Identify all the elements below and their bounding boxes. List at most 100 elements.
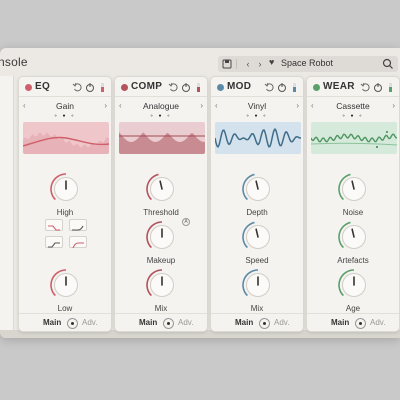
undo-icon[interactable] — [72, 81, 82, 93]
speed-knob[interactable] — [241, 220, 275, 254]
knob-label: Artefacts — [337, 256, 369, 265]
variant-name[interactable]: Vinyl — [211, 101, 303, 111]
knob-group-high: High — [19, 172, 111, 218]
variant-name[interactable]: Analogue — [115, 101, 207, 111]
knob-group-speed: Speed — [211, 220, 303, 266]
mode-toggle[interactable] — [259, 318, 270, 329]
module-footer: Main Adv. — [115, 313, 207, 331]
depth-knob[interactable] — [241, 172, 275, 206]
app-title: nsole — [0, 55, 28, 69]
variant-page-dots: ● ● ● — [342, 113, 364, 119]
auto-makeup-badge[interactable]: A — [182, 218, 190, 226]
mix-knob[interactable] — [241, 268, 275, 302]
module-comp: COMP ‹ › Analogue ● ● ● Main Adv. Thresh… — [114, 76, 208, 332]
low-cut-filter-icon[interactable] — [69, 236, 87, 249]
module-eq: EQ ‹ › Gain ● ● ● Main Adv. High Low — [18, 76, 112, 332]
knob-label: Mix — [154, 304, 168, 313]
power-icon[interactable] — [85, 81, 95, 93]
module-footer: Main Adv. — [211, 313, 303, 331]
mix-knob[interactable] — [145, 268, 179, 302]
variant-page-dots: ● ● ● — [246, 113, 268, 119]
wear-visualizer-graph — [311, 122, 397, 154]
knob-group-makeup: Makeup A — [115, 218, 207, 266]
level-meter-icon — [194, 81, 204, 93]
artefacts-knob[interactable] — [337, 220, 371, 254]
mode-toggle[interactable] — [355, 318, 366, 329]
knob-group-noise: Noise — [307, 172, 399, 218]
knob-group-threshold: Threshold — [115, 172, 207, 218]
high-shelf-filter-icon[interactable] — [45, 219, 63, 231]
plugin-window: nsole ‹ › ♥ Space Robot EQ ‹ › Gain ● ● … — [0, 48, 400, 338]
knob-label: Makeup — [146, 256, 176, 265]
next-preset-button[interactable]: › — [252, 56, 268, 72]
module-rack: EQ ‹ › Gain ● ● ● Main Adv. High Low COM… — [0, 76, 400, 338]
noise-knob[interactable] — [337, 172, 371, 206]
save-icon[interactable] — [219, 56, 235, 72]
main-mode-label[interactable]: Main — [331, 318, 349, 327]
level-meter-icon — [290, 81, 300, 93]
module-power-led[interactable] — [313, 84, 320, 91]
module-visualizer — [311, 122, 397, 154]
top-bar: nsole ‹ › ♥ Space Robot — [0, 48, 400, 78]
eq-filter-shapes — [19, 219, 111, 249]
knob-group-age: Age — [307, 268, 399, 314]
knob-label: Mix — [250, 304, 264, 313]
previous-module-edge — [0, 76, 14, 332]
knob-label: High — [56, 208, 74, 217]
undo-icon[interactable] — [168, 81, 178, 93]
undo-icon[interactable] — [264, 81, 274, 93]
main-mode-label[interactable]: Main — [139, 318, 157, 327]
module-name: COMP — [131, 81, 163, 92]
threshold-knob[interactable] — [145, 172, 179, 206]
mod-visualizer-graph — [215, 122, 301, 154]
age-knob[interactable] — [337, 268, 371, 302]
knob-group-low: Low — [19, 268, 111, 314]
module-power-led[interactable] — [217, 84, 224, 91]
level-meter-icon — [98, 81, 108, 93]
low-shelf-filter-icon[interactable] — [45, 236, 63, 248]
module-visualizer — [119, 122, 205, 154]
main-mode-label[interactable]: Main — [43, 318, 61, 327]
knob-label: Speed — [245, 256, 269, 265]
variant-name[interactable]: Gain — [19, 101, 111, 111]
main-mode-label[interactable]: Main — [235, 318, 253, 327]
advanced-mode-label[interactable]: Adv. — [370, 318, 385, 327]
preset-name[interactable]: Space Robot — [281, 58, 333, 68]
module-power-led[interactable] — [121, 84, 128, 91]
knob-group-mix: Mix — [211, 268, 303, 314]
module-visualizer — [215, 122, 301, 154]
power-icon[interactable] — [277, 81, 287, 93]
advanced-mode-label[interactable]: Adv. — [178, 318, 193, 327]
undo-icon[interactable] — [360, 81, 370, 93]
variant-page-dots: ● ● ● — [54, 113, 76, 119]
knob-group-artefacts: Artefacts — [307, 220, 399, 266]
preset-browser[interactable]: ‹ › ♥ Space Robot — [218, 56, 398, 72]
makeup-knob[interactable] — [145, 220, 179, 254]
knob-label: Depth — [246, 208, 268, 217]
mode-toggle[interactable] — [163, 318, 174, 329]
low-knob[interactable] — [49, 268, 83, 302]
variant-name[interactable]: Cassette — [307, 101, 399, 111]
knob-group-mix: Mix — [115, 268, 207, 314]
variant-page-dots: ● ● ● — [150, 113, 172, 119]
advanced-mode-label[interactable]: Adv. — [274, 318, 289, 327]
knob-label: Threshold — [143, 208, 179, 217]
comp-visualizer-graph — [119, 122, 205, 154]
module-header: WEAR — [307, 77, 399, 97]
module-header: COMP — [115, 77, 207, 97]
high-knob[interactable] — [49, 172, 83, 206]
knob-label: Age — [345, 304, 361, 313]
module-power-led[interactable] — [25, 84, 32, 91]
high-cut-filter-icon[interactable] — [69, 219, 87, 231]
search-icon[interactable] — [381, 56, 395, 72]
module-header: MOD — [211, 77, 303, 97]
knob-label: Noise — [342, 208, 364, 217]
advanced-mode-label[interactable]: Adv. — [82, 318, 97, 327]
favorite-heart-icon[interactable]: ♥ — [269, 57, 274, 67]
module-mod: MOD ‹ › Vinyl ● ● ● Main Adv. Depth Spee… — [210, 76, 304, 332]
module-wear: WEAR ‹ › Cassette ● ● ● Main Adv. Noise … — [306, 76, 400, 332]
power-icon[interactable] — [181, 81, 191, 93]
power-icon[interactable] — [373, 81, 383, 93]
mode-toggle[interactable] — [67, 318, 78, 329]
module-header: EQ — [19, 77, 111, 97]
